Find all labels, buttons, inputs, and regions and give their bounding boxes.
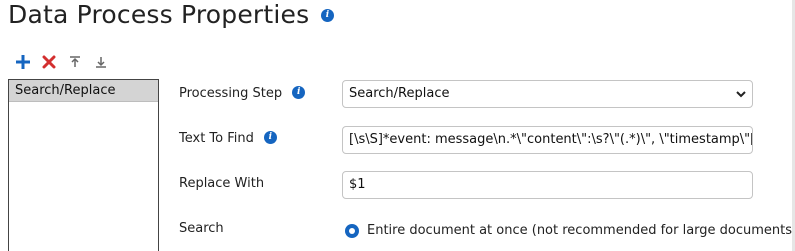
move-top-icon (70, 56, 80, 67)
add-step-button[interactable] (12, 52, 34, 72)
info-icon[interactable]: i (321, 9, 334, 22)
info-icon[interactable]: i (263, 131, 277, 144)
search-entire-document-option[interactable]: Entire document at once (not recommended… (345, 223, 795, 238)
text-to-find-value: [\s\S]*event: message\n.*\"content\":\s?… (349, 132, 753, 147)
text-to-find-input[interactable]: [\s\S]*event: message\n.*\"content\":\s?… (342, 126, 753, 154)
plus-icon (16, 55, 30, 69)
processing-step-label: Processing Step i (179, 86, 306, 101)
text-to-find-label-text: Text To Find (179, 131, 254, 146)
page-title: Data Process Properties i (8, 0, 334, 29)
x-icon (42, 55, 56, 69)
replace-with-label-text: Replace With (179, 176, 265, 191)
replace-with-value: $1 (349, 177, 366, 192)
processing-step-label-text: Processing Step (179, 86, 283, 101)
replace-with-label: Replace With (179, 176, 264, 191)
radio-selected[interactable] (345, 223, 359, 238)
replace-with-input[interactable]: $1 (342, 171, 753, 199)
processing-step-select-wrap: Search/Replace (342, 80, 753, 108)
processing-step-select[interactable]: Search/Replace (342, 80, 753, 108)
text-to-find-label: Text To Find i (179, 131, 277, 146)
move-to-bottom-button[interactable] (90, 52, 112, 72)
move-to-top-button[interactable] (64, 52, 86, 72)
page-title-text: Data Process Properties (8, 0, 310, 29)
list-item-label: Search/Replace (15, 83, 116, 98)
info-icon[interactable]: i (292, 86, 306, 99)
search-label-text: Search (179, 221, 224, 236)
list-item[interactable]: Search/Replace (9, 80, 158, 102)
processing-steps-list[interactable]: Search/Replace (8, 79, 159, 251)
search-option-label: Entire document at once (not recommended… (367, 223, 795, 238)
move-bottom-icon (96, 57, 106, 68)
search-label: Search (179, 221, 224, 236)
list-toolbar (12, 52, 116, 72)
remove-step-button[interactable] (38, 52, 60, 72)
